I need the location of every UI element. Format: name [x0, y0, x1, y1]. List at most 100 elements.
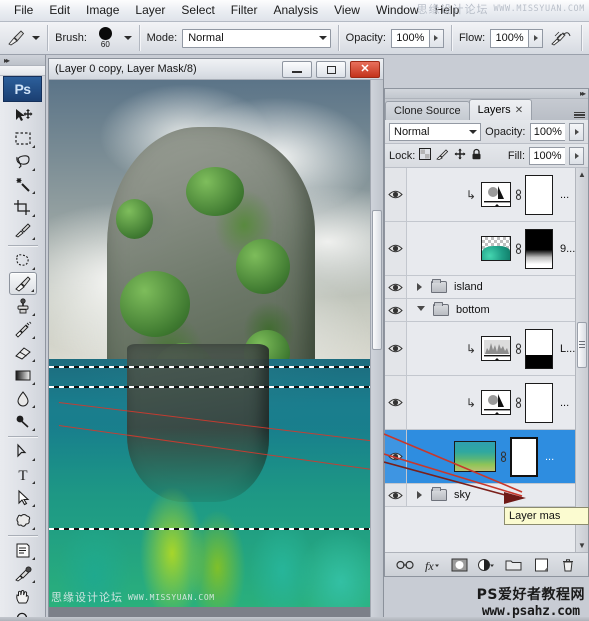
layer-row-body[interactable]: island — [407, 279, 588, 293]
layer-visibility-toggle[interactable] — [385, 299, 407, 321]
slice-tool[interactable] — [9, 219, 37, 242]
layer-thumbnail[interactable] — [481, 236, 511, 261]
tab-clone-source[interactable]: Clone Source — [385, 101, 470, 120]
layer-mask-thumbnail[interactable] — [510, 436, 538, 477]
opacity-input[interactable]: 100% — [391, 28, 429, 48]
menu-item-window[interactable]: Window — [368, 1, 427, 20]
magic-wand-tool[interactable] — [9, 173, 37, 196]
minimize-button[interactable] — [282, 61, 312, 78]
move-tool[interactable] — [9, 104, 37, 127]
opacity-slider-button[interactable] — [428, 28, 445, 48]
layer-visibility-toggle[interactable] — [385, 430, 407, 483]
type-tool[interactable]: T — [9, 463, 37, 486]
rectangular-marquee-tool[interactable] — [9, 127, 37, 150]
close-icon[interactable]: ✕ — [515, 105, 523, 116]
gradient-tool[interactable] — [9, 364, 37, 387]
layer-visibility-toggle[interactable] — [385, 222, 407, 275]
group-disclosure-triangle[interactable] — [417, 305, 425, 315]
layer-blend-mode-select[interactable]: Normal — [389, 122, 482, 141]
link-mask-icon[interactable] — [514, 242, 522, 255]
canvas-vertical-scrollbar[interactable] — [370, 80, 383, 620]
layer-row-body[interactable]: ↳ — [407, 174, 588, 215]
hand-tool[interactable] — [9, 585, 37, 608]
maximize-button[interactable] — [316, 61, 346, 78]
crop-tool[interactable] — [9, 196, 37, 219]
menu-item-image[interactable]: Image — [78, 1, 127, 20]
add-layer-mask-icon[interactable] — [450, 556, 468, 574]
table-row[interactable]: ... — [385, 430, 588, 484]
panel-collapse-handle[interactable]: ▸▸ — [385, 89, 588, 99]
table-row[interactable]: ↳ — [385, 322, 588, 376]
layer-opacity-input[interactable]: 100% — [529, 122, 566, 141]
delete-layer-icon[interactable] — [559, 556, 577, 574]
lock-all-icon[interactable] — [471, 147, 482, 165]
layer-row-body[interactable]: ↳ — [407, 328, 588, 369]
menu-item-layer[interactable]: Layer — [127, 1, 173, 20]
table-row[interactable]: bottom — [385, 299, 588, 322]
menu-item-analysis[interactable]: Analysis — [265, 1, 326, 20]
fill-slider-button[interactable] — [569, 146, 584, 165]
layer-visibility-toggle[interactable] — [385, 376, 407, 429]
menu-item-select[interactable]: Select — [173, 1, 222, 20]
eraser-tool[interactable] — [9, 341, 37, 364]
layer-visibility-toggle[interactable] — [385, 168, 407, 221]
brush-tool[interactable] — [8, 272, 37, 295]
notes-tool[interactable] — [9, 539, 37, 562]
layer-thumbnail[interactable] — [481, 182, 511, 207]
dodge-tool[interactable] — [9, 410, 37, 433]
pen-tool[interactable] — [9, 440, 37, 463]
brush-preview[interactable]: 60 — [92, 25, 119, 51]
new-adjustment-layer-icon[interactable] — [477, 556, 495, 574]
link-mask-icon[interactable] — [514, 188, 522, 201]
table-row[interactable]: ↳ — [385, 168, 588, 222]
blend-mode-select[interactable]: Normal — [182, 28, 331, 48]
group-disclosure-triangle[interactable] — [417, 491, 422, 499]
current-tool-icon[interactable] — [4, 27, 27, 49]
tab-layers[interactable]: Layers ✕ — [468, 99, 533, 120]
layer-visibility-toggle[interactable] — [385, 322, 407, 375]
layer-row-body[interactable]: bottom — [407, 302, 588, 316]
blur-tool[interactable] — [9, 387, 37, 410]
layer-mask-thumbnail[interactable] — [525, 328, 553, 369]
eyedropper-tool[interactable] — [9, 562, 37, 585]
link-mask-icon[interactable] — [499, 450, 507, 463]
patch-tool[interactable] — [9, 249, 37, 272]
image-canvas[interactable]: 思缘设计论坛 WWW.MISSYUAN.COM — [49, 80, 373, 607]
table-row[interactable]: island — [385, 276, 588, 299]
scrollbar-thumb[interactable] — [577, 321, 587, 368]
layer-visibility-toggle[interactable] — [385, 276, 407, 298]
table-row[interactable]: 9... — [385, 222, 588, 276]
menu-item-file[interactable]: File — [6, 1, 41, 20]
panel-menu-button[interactable] — [574, 111, 585, 118]
opacity-slider-button[interactable] — [569, 122, 584, 141]
document-title-bar[interactable]: (Layer 0 copy, Layer Mask/8) ✕ — [49, 59, 383, 80]
layer-style-fx-icon[interactable]: fx — [423, 556, 441, 574]
link-mask-icon[interactable] — [514, 342, 522, 355]
layer-visibility-toggle[interactable] — [385, 484, 407, 506]
layer-row-body[interactable]: ... — [407, 436, 588, 477]
layer-thumbnail[interactable] — [481, 390, 511, 415]
close-button[interactable]: ✕ — [350, 61, 380, 78]
layer-fill-input[interactable]: 100% — [529, 146, 565, 165]
layer-mask-thumbnail[interactable] — [525, 228, 553, 269]
lock-image-pixels-icon[interactable] — [436, 147, 449, 165]
flow-slider-button[interactable] — [527, 28, 544, 48]
menu-item-edit[interactable]: Edit — [41, 1, 78, 20]
menu-item-help[interactable]: Help — [427, 1, 468, 20]
layers-scrollbar[interactable]: ▲ ▼ — [575, 168, 588, 552]
new-group-icon[interactable] — [505, 556, 523, 574]
layer-thumbnail[interactable] — [481, 336, 511, 361]
link-layers-icon[interactable] — [396, 556, 414, 574]
lock-transparent-pixels-icon[interactable] — [419, 147, 432, 165]
menu-item-filter[interactable]: Filter — [223, 1, 266, 20]
layer-row-body[interactable]: sky — [407, 487, 588, 501]
group-disclosure-triangle[interactable] — [417, 283, 422, 291]
table-row[interactable]: sky — [385, 484, 588, 507]
clone-stamp-tool[interactable] — [9, 295, 37, 318]
history-brush-tool[interactable] — [9, 318, 37, 341]
lock-position-icon[interactable] — [454, 147, 466, 165]
layer-mask-thumbnail[interactable] — [525, 174, 553, 215]
table-row[interactable]: ↳ — [385, 376, 588, 430]
tool-preset-dropdown[interactable] — [27, 36, 41, 40]
scroll-down-arrow-icon[interactable]: ▼ — [578, 539, 586, 552]
